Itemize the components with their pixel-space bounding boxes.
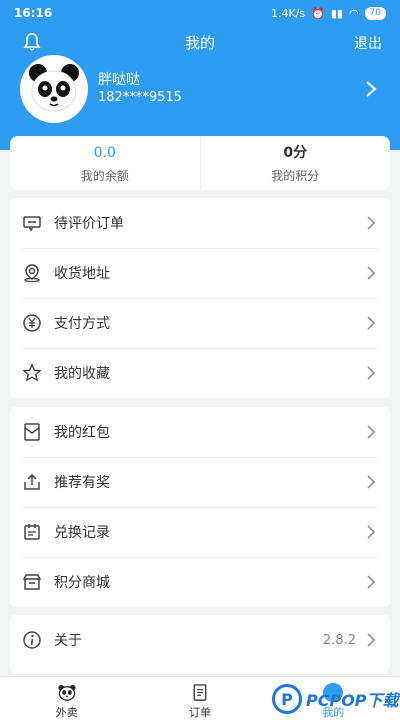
menu-item-payment[interactable]: 支付方式: [10, 298, 390, 348]
profile-header: 我的 退出 胖哒哒 182****9515: [0, 26, 400, 150]
menu-item-address[interactable]: 收货地址: [10, 248, 390, 298]
star-icon: [22, 363, 42, 382]
chevron-right-icon: [367, 575, 376, 589]
watermark-text: PCPOP下载: [306, 691, 399, 710]
points-value: 0分: [283, 145, 308, 161]
logout-button[interactable]: 退出: [354, 33, 382, 53]
avatar[interactable]: [20, 55, 88, 123]
menu-group-orders: 待评价订单 收货地址 支付方式 我的收藏: [10, 198, 390, 398]
menu-item-redemption-history[interactable]: 兑换记录: [10, 507, 390, 557]
menu-item-referral[interactable]: 推荐有奖: [10, 457, 390, 507]
menu-item-label: 收货地址: [54, 266, 110, 282]
calendar-icon: [24, 524, 40, 540]
menu-item-favorites[interactable]: 我的收藏: [10, 348, 390, 398]
page-title: 我的: [184, 33, 215, 52]
profile-card[interactable]: 胖哒哒 182****9515: [20, 55, 390, 123]
wifi-icon: ◠: [348, 6, 359, 20]
menu-item-label: 我的红包: [54, 425, 110, 441]
balance-stat[interactable]: 0.0 我的余额: [10, 136, 200, 190]
tab-takeout[interactable]: 外卖: [0, 677, 133, 720]
watermark-badge-icon: P: [272, 684, 302, 714]
panda-icon: [58, 684, 76, 701]
location-icon: [24, 264, 40, 283]
menu-item-label: 推荐有奖: [54, 475, 110, 491]
top-bar: 我的 退出: [0, 26, 400, 58]
version-value: 2.8.2: [322, 632, 356, 648]
tab-label: 外卖: [55, 706, 78, 719]
chevron-right-icon: [367, 216, 376, 230]
menu-item-label: 我的收藏: [54, 366, 110, 382]
comment-icon: [23, 216, 41, 232]
menu-item-red-packets[interactable]: 我的红包: [10, 407, 390, 457]
menu-group-rewards: 我的红包 推荐有奖 兑换记录 积分商城: [10, 407, 390, 607]
tab-label: 订单: [188, 706, 211, 719]
status-time: 16:16: [14, 6, 53, 20]
menu-item-points-mall[interactable]: 积分商城: [10, 557, 390, 607]
red-packet-icon: [24, 423, 40, 441]
menu-group-about: 关于 2.8.2: [10, 615, 390, 673]
battery-icon: 70: [364, 6, 386, 20]
menu-item-label: 支付方式: [54, 316, 110, 332]
chevron-right-icon: [367, 366, 376, 380]
menu-item-label: 待评价订单: [54, 216, 124, 232]
alarm-icon: ⏰: [311, 6, 325, 20]
profile-text: 胖哒哒 182****9515: [98, 71, 182, 107]
tab-orders[interactable]: 订单: [133, 677, 266, 720]
chevron-right-icon: [367, 475, 376, 489]
chevron-right-icon: [367, 266, 376, 280]
menu-item-label: 积分商城: [54, 575, 110, 591]
bell-icon[interactable]: [22, 32, 42, 52]
network-speed: 1.4K/s: [270, 6, 306, 20]
chevron-right-icon: [367, 316, 376, 330]
share-icon: [24, 473, 40, 490]
stats-card: 0.0 我的余额 0分 我的积分: [10, 136, 390, 190]
menu-item-label: 兑换记录: [54, 525, 110, 541]
menu-item-about[interactable]: 关于 2.8.2: [10, 615, 390, 665]
shop-icon: [22, 574, 42, 590]
status-bar: 16:16 1.4K/s ⏰ ▮▮ ◠ 70: [0, 0, 400, 26]
points-stat[interactable]: 0分 我的积分: [199, 136, 391, 190]
balance-label: 我的余额: [80, 169, 129, 183]
panda-avatar-icon: [29, 64, 79, 112]
chevron-right-icon: [367, 525, 376, 539]
chevron-right-icon: [367, 633, 376, 647]
menu-item-pending-reviews[interactable]: 待评价订单: [10, 198, 390, 248]
watermark-logo: P PCPOP下载: [272, 684, 399, 714]
phone-number: 182****9515: [98, 90, 182, 105]
order-icon: [193, 684, 207, 701]
chevron-right-icon: [367, 425, 376, 439]
username: 胖哒哒: [98, 72, 140, 88]
signal-icon: ▮▮: [330, 6, 343, 20]
status-indicators: 1.4K/s ⏰ ▮▮ ◠ 70: [270, 6, 386, 20]
menu-item-label: 关于: [54, 633, 82, 649]
balance-value: 0.0: [93, 145, 116, 161]
points-label: 我的积分: [271, 169, 320, 183]
yen-icon: [23, 314, 41, 332]
chevron-right-icon[interactable]: [364, 80, 378, 98]
info-icon: [23, 631, 41, 649]
